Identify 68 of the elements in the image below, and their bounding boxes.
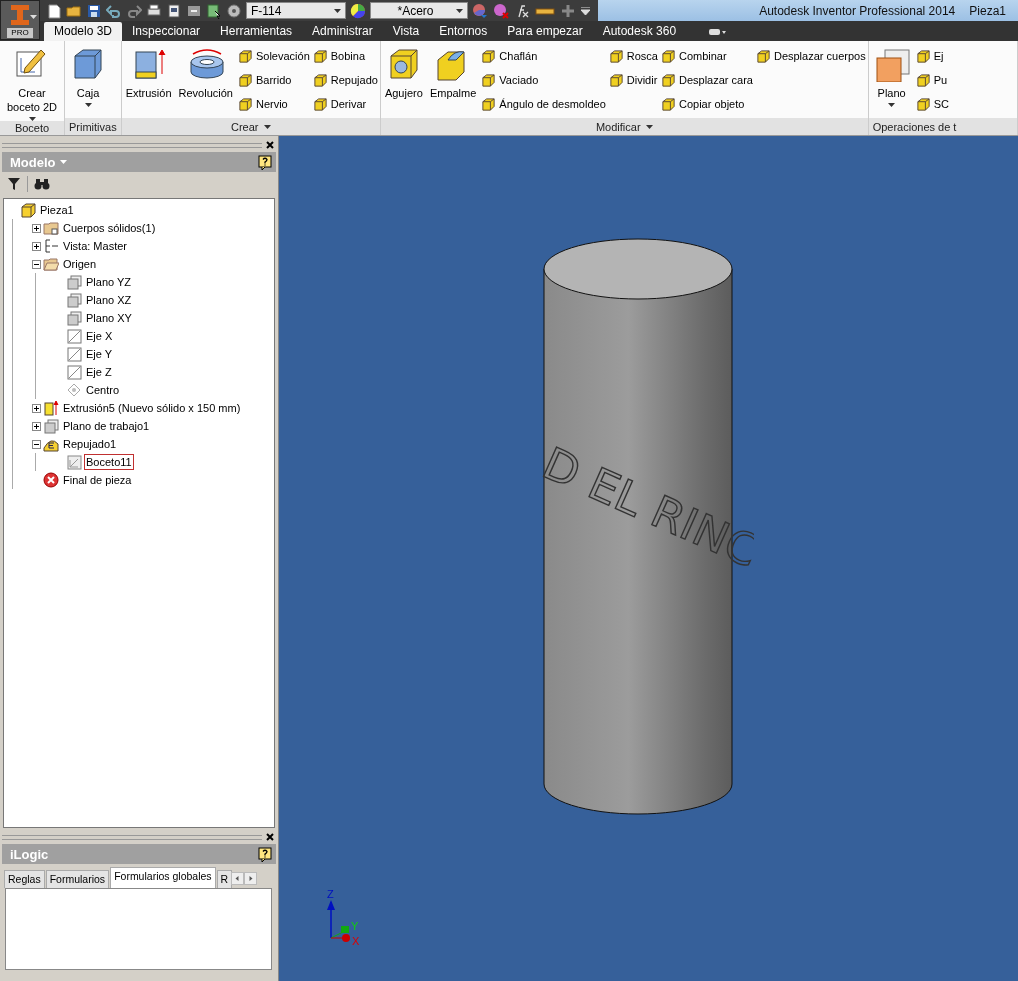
tree-item[interactable]: Vista: Master	[61, 238, 129, 254]
panel-title: Operaciones de t	[868, 118, 1017, 135]
ribbon-button[interactable]: Bobina	[312, 46, 378, 66]
ribbon-button[interactable]: Dividir	[608, 70, 658, 90]
ribbon-tab[interactable]: Para empezar	[497, 22, 593, 41]
tree-item[interactable]: Cuerpos sólidos(1)	[61, 220, 158, 236]
panel-title[interactable]: Crear	[121, 118, 380, 135]
tree-item[interactable]: Plano YZ	[84, 274, 134, 290]
panel-tab[interactable]: Formularios globales	[110, 867, 216, 888]
axis-label: Y	[351, 920, 359, 932]
ribbon-button[interactable]: Desplazar cara	[660, 70, 753, 90]
ribbon-button[interactable]: SC	[915, 94, 949, 114]
ribbon-button[interactable]: Empalme	[427, 44, 479, 118]
tree-item[interactable]: Eje Y	[84, 346, 115, 362]
ribbon-button[interactable]: Plano	[870, 44, 913, 118]
ribbon-button[interactable]: Barrido	[237, 70, 310, 90]
tree-item[interactable]: Boceto11	[84, 454, 134, 470]
tree-item[interactable]: Plano XZ	[84, 292, 134, 308]
ribbon-tab[interactable]: Vista	[382, 22, 430, 41]
axis-label: X	[352, 935, 360, 947]
ribbon-button[interactable]: Pu	[915, 70, 949, 90]
panel-tab[interactable]: Reglas	[4, 870, 45, 888]
material-dropdown[interactable]: *Acero	[370, 2, 468, 19]
tree-item[interactable]: Extrusión5 (Nuevo sólido x 150 mm)	[61, 400, 243, 416]
panel-title: Primitivas	[65, 118, 121, 135]
tree-item[interactable]: Final de pieza	[61, 472, 134, 488]
tree-item[interactable]: Origen	[61, 256, 99, 272]
ribbon-button[interactable]: Derivar	[312, 94, 378, 114]
ribbon-button[interactable]: Ej	[915, 46, 949, 66]
part-number-dropdown[interactable]: F-114	[246, 2, 346, 19]
tree-item[interactable]: Eje Z	[84, 364, 114, 380]
panel-tab[interactable]: R	[216, 870, 233, 888]
ribbon-button[interactable]: Ángulo de desmoldeo	[481, 94, 606, 114]
document-title: Pieza1	[969, 3, 1006, 18]
ribbon-button[interactable]: Nervio	[237, 94, 310, 114]
ribbon-tab[interactable]: Administrar	[302, 22, 383, 41]
tree-item[interactable]: Plano XY	[84, 310, 134, 326]
ribbon-button[interactable]: Agujero	[382, 44, 425, 118]
panel-tab[interactable]: Formularios	[45, 870, 110, 888]
panel-title: Boceto	[0, 121, 64, 135]
ribbon-button[interactable]: Repujado	[312, 70, 378, 90]
tree-item[interactable]: Plano de trabajo1	[61, 418, 152, 434]
ribbon-tab[interactable]: Autodesk 360	[592, 22, 687, 41]
ribbon-button[interactable]: Combinar	[660, 46, 753, 66]
ribbon-button[interactable]: Revolución	[176, 44, 235, 118]
ribbon-button[interactable]: Chaflán	[481, 46, 606, 66]
tree-item[interactable]: Pieza1	[38, 202, 76, 218]
ribbon-button[interactable]: Extrusión	[123, 44, 174, 118]
axis-label: Z	[327, 888, 334, 900]
tree-item[interactable]: Eje X	[84, 328, 115, 344]
application-title: Autodesk Inventor Professional 2014	[759, 3, 956, 18]
tree-item[interactable]: Centro	[84, 382, 122, 398]
ribbon-button[interactable]: Crear boceto 2D	[2, 44, 62, 121]
application-button[interactable]: PRO	[0, 0, 40, 40]
ribbon-button[interactable]: Vaciado	[481, 70, 606, 90]
ribbon-tab[interactable]: Modelo 3D	[44, 22, 123, 41]
ribbon-button[interactable]: Caja	[67, 44, 109, 118]
ribbon-button[interactable]: Copiar objeto	[660, 94, 753, 114]
tree-item[interactable]: Repujado1	[61, 436, 119, 452]
ribbon-tab[interactable]: Entornos	[429, 22, 498, 41]
embossed-text: D EL RINC	[535, 437, 754, 574]
panel-title[interactable]: Modificar	[380, 118, 868, 135]
panel-title: iLogic	[10, 846, 49, 862]
ribbon-button[interactable]: Desplazar cuerpos	[755, 46, 866, 66]
ribbon-tab[interactable]: Inspeccionar	[122, 22, 211, 41]
ribbon-button[interactable]: Rosca	[608, 46, 658, 66]
ribbon-tab[interactable]: Herramientas	[210, 22, 303, 41]
ribbon-button[interactable]: Solevación	[237, 46, 310, 66]
